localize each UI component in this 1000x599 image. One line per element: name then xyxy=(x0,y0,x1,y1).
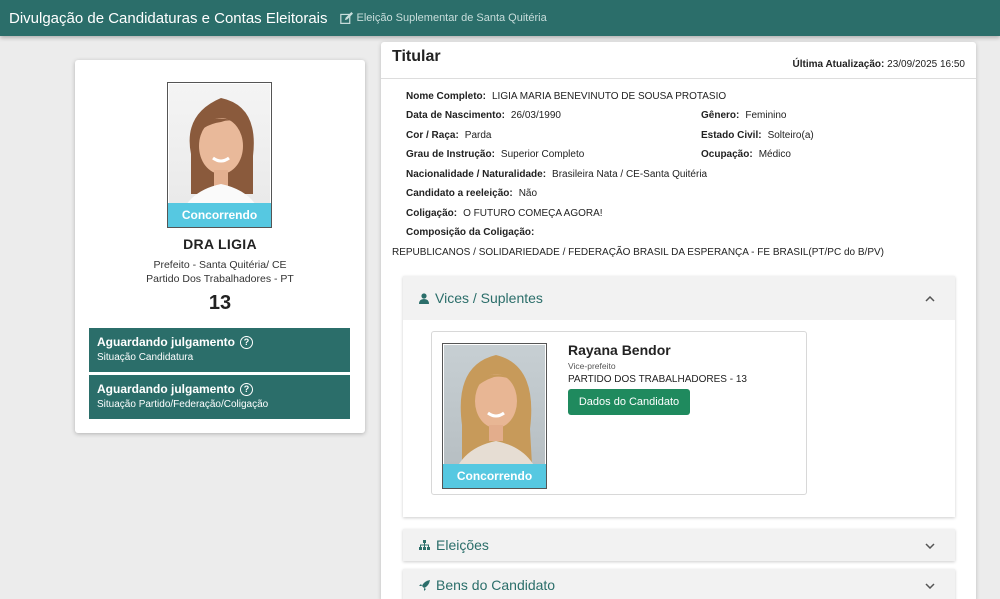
help-icon[interactable]: ? xyxy=(240,335,253,349)
help-icon[interactable]: ? xyxy=(240,382,253,396)
divider xyxy=(381,78,976,79)
vice-name: Rayana Bendor xyxy=(568,342,671,358)
panel-title: Titular xyxy=(392,48,441,65)
candidate-card: Concorrendo DRA LIGIA Prefeito - Santa Q… xyxy=(75,60,365,433)
candidate-name: DRA LIGIA xyxy=(183,236,257,252)
field-marital-status: Estado Civil: Solteiro(a) xyxy=(701,130,814,141)
candidate-party: Partido Dos Trabalhadores - PT xyxy=(146,273,294,285)
vice-photo: Concorrendo xyxy=(442,343,547,489)
status-badge: Concorrendo xyxy=(168,203,271,227)
person-icon xyxy=(419,292,429,304)
vice-party: PARTIDO DOS TRABALHADORES - 13 xyxy=(568,374,747,385)
election-link[interactable]: Eleição Suplementar de Santa Quitéria xyxy=(339,11,547,25)
last-update-value: 23/09/2025 16:50 xyxy=(887,59,965,70)
candidate-details-button[interactable]: Dados do Candidato xyxy=(568,389,690,415)
field-coalition: Coligação: O FUTURO COMEÇA AGORA! xyxy=(406,208,603,219)
candidacy-status-subtitle: Situação Candidatura xyxy=(97,352,194,363)
field-birth-date: Data de Nascimento: 26/03/1990 xyxy=(406,110,561,121)
chevron-down-icon[interactable] xyxy=(925,578,941,592)
field-nationality: Nacionalidade / Naturalidade: Brasileira … xyxy=(406,169,708,180)
sitemap-icon xyxy=(419,540,430,550)
candidate-office: Prefeito - Santa Quitéria/ CE xyxy=(153,259,287,271)
accordion-vices-body: Concorrendo Rayana Bendor Vice-prefeito … xyxy=(403,320,955,517)
edit-icon xyxy=(339,11,353,24)
field-race: Cor / Raça: Parda xyxy=(406,130,492,141)
accordion-vices-header[interactable]: Vices / Suplentes xyxy=(403,276,955,320)
accordion-elections-title: Eleições xyxy=(436,537,489,553)
app-title[interactable]: Divulgação de Candidaturas e Contas Elei… xyxy=(9,10,328,27)
candidate-number: 13 xyxy=(208,292,232,314)
accordion-elections-header[interactable]: Eleições xyxy=(403,529,955,561)
field-education: Grau de Instrução: Superior Completo xyxy=(406,149,585,160)
vice-card: Concorrendo Rayana Bendor Vice-prefeito … xyxy=(431,331,807,495)
vice-role: Vice-prefeito xyxy=(568,361,616,371)
app-header: Divulgação de Candidaturas e Contas Elei… xyxy=(0,0,1000,36)
candidacy-status-title: Aguardando julgamento xyxy=(97,335,235,349)
field-reelection: Candidato a reeleição: Não xyxy=(406,188,538,199)
election-label: Eleição Suplementar de Santa Quitéria xyxy=(356,12,547,24)
field-gender: Gênero: Feminino xyxy=(701,110,787,121)
party-status-subtitle: Situação Partido/Federação/Coligação xyxy=(97,399,269,410)
field-full-name: Nome Completo: LIGIA MARIA BENEVINUTO DE … xyxy=(406,91,727,102)
last-update: Última Atualização: 23/09/2025 16:50 xyxy=(792,59,965,70)
rocket-icon xyxy=(419,579,430,591)
accordion-assets[interactable]: Bens do Candidato xyxy=(403,569,955,599)
field-coalition-composition: Composição da Coligação: xyxy=(406,227,535,238)
accordion-vices: Vices / Suplentes Concorrendo Rayana Ben… xyxy=(403,276,955,517)
candidate-photo: Concorrendo xyxy=(167,82,272,228)
candidacy-status: Aguardando julgamento? Situação Candidat… xyxy=(89,328,350,372)
field-occupation: Ocupação: Médico xyxy=(701,149,791,160)
accordion-elections[interactable]: Eleições xyxy=(403,529,955,561)
titular-panel: Titular Última Atualização: 23/09/2025 1… xyxy=(381,42,976,599)
last-update-label: Última Atualização: xyxy=(792,59,885,70)
chevron-down-icon[interactable] xyxy=(925,538,941,552)
accordion-assets-title: Bens do Candidato xyxy=(436,577,556,593)
accordion-vices-title: Vices / Suplentes xyxy=(435,290,543,306)
accordion-assets-header[interactable]: Bens do Candidato xyxy=(403,569,955,599)
chevron-up-icon[interactable] xyxy=(925,291,941,305)
vice-status-badge: Concorrendo xyxy=(443,464,546,488)
coalition-composition-value: REPUBLICANOS / SOLIDARIEDADE / FEDERAÇÃO… xyxy=(392,247,884,258)
party-status-title: Aguardando julgamento xyxy=(97,382,235,396)
party-status: Aguardando julgamento? Situação Partido/… xyxy=(89,375,350,419)
